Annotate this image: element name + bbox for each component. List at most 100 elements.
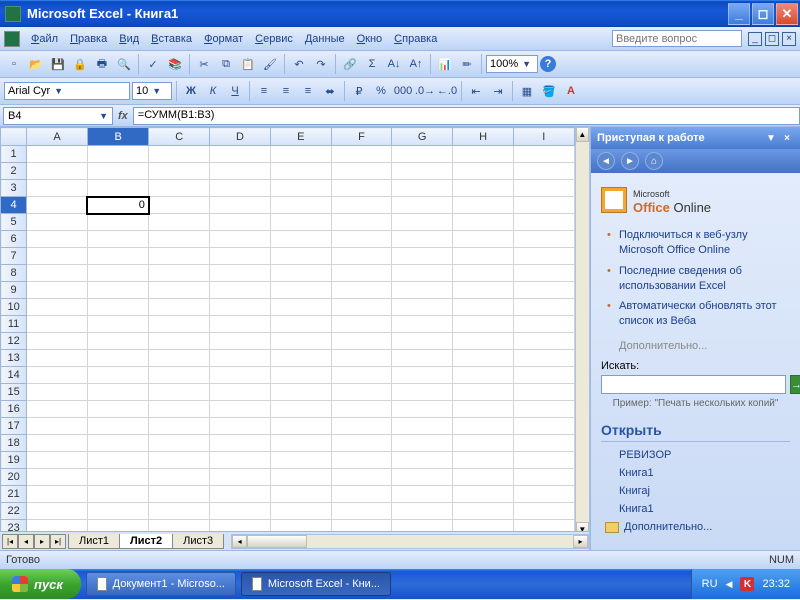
cell-F6[interactable] <box>331 231 392 248</box>
italic-button[interactable]: К <box>203 81 223 101</box>
bold-button[interactable]: Ж <box>181 81 201 101</box>
cell-G21[interactable] <box>392 486 453 503</box>
cell-E15[interactable] <box>270 384 331 401</box>
research-button[interactable]: 📚 <box>165 54 185 74</box>
cell-E6[interactable] <box>270 231 331 248</box>
recent-file-link[interactable]: РЕВИЗОР <box>601 446 790 464</box>
cell-B4[interactable]: 0 <box>87 197 148 214</box>
cell-B19[interactable] <box>87 452 148 469</box>
cell-A15[interactable] <box>27 384 88 401</box>
cell-H12[interactable] <box>453 333 514 350</box>
cell-D21[interactable] <box>210 486 271 503</box>
taskpane-home-button[interactable]: ⌂ <box>645 152 663 170</box>
redo-button[interactable]: ↷ <box>311 54 331 74</box>
cell-B10[interactable] <box>87 299 148 316</box>
cell-A3[interactable] <box>27 180 88 197</box>
cell-A6[interactable] <box>27 231 88 248</box>
cell-G15[interactable] <box>392 384 453 401</box>
cell-A12[interactable] <box>27 333 88 350</box>
row-header-7[interactable]: 7 <box>1 248 27 265</box>
row-header-2[interactable]: 2 <box>1 163 27 180</box>
cell-D19[interactable] <box>210 452 271 469</box>
comma-button[interactable]: 000 <box>393 81 413 101</box>
close-button[interactable]: ✕ <box>776 3 798 25</box>
start-button[interactable]: пуск <box>0 569 81 599</box>
cell-I7[interactable] <box>513 248 574 265</box>
taskpane-close-button[interactable]: × <box>780 131 794 145</box>
taskpane-dropdown-button[interactable]: ▼ <box>764 131 778 145</box>
cell-G19[interactable] <box>392 452 453 469</box>
col-header-B[interactable]: B <box>87 128 148 146</box>
cell-D7[interactable] <box>210 248 271 265</box>
cell-D16[interactable] <box>210 401 271 418</box>
align-right-button[interactable]: ≡ <box>298 81 318 101</box>
cell-A21[interactable] <box>27 486 88 503</box>
cell-G16[interactable] <box>392 401 453 418</box>
cell-H5[interactable] <box>453 214 514 231</box>
cell-C10[interactable] <box>149 299 210 316</box>
name-box[interactable]: B4▼ <box>3 107 113 125</box>
undo-button[interactable]: ↶ <box>289 54 309 74</box>
cell-G20[interactable] <box>392 469 453 486</box>
cell-I17[interactable] <box>513 418 574 435</box>
cell-A4[interactable] <box>27 197 88 214</box>
cell-C9[interactable] <box>149 282 210 299</box>
cell-D23[interactable] <box>210 520 271 532</box>
cell-A22[interactable] <box>27 503 88 520</box>
borders-button[interactable]: ▦ <box>517 81 537 101</box>
preview-button[interactable]: 🔍 <box>114 54 134 74</box>
maximize-button[interactable]: ◻ <box>752 3 774 25</box>
new-button[interactable]: ▫ <box>4 54 24 74</box>
cell-I18[interactable] <box>513 435 574 452</box>
sheet-tab-Лист3[interactable]: Лист3 <box>172 534 224 549</box>
cell-F19[interactable] <box>331 452 392 469</box>
row-header-12[interactable]: 12 <box>1 333 27 350</box>
cell-H9[interactable] <box>453 282 514 299</box>
cell-E17[interactable] <box>270 418 331 435</box>
cell-F14[interactable] <box>331 367 392 384</box>
cell-H19[interactable] <box>453 452 514 469</box>
mdi-close-button[interactable]: × <box>782 32 796 46</box>
help-button[interactable]: ? <box>540 56 556 72</box>
cell-G7[interactable] <box>392 248 453 265</box>
copy-button[interactable]: ⧉ <box>216 54 236 74</box>
cell-B8[interactable] <box>87 265 148 282</box>
decrease-indent-button[interactable]: ⇤ <box>466 81 486 101</box>
cell-G13[interactable] <box>392 350 453 367</box>
cell-I2[interactable] <box>513 163 574 180</box>
cell-E13[interactable] <box>270 350 331 367</box>
cell-F12[interactable] <box>331 333 392 350</box>
cell-H2[interactable] <box>453 163 514 180</box>
cell-B23[interactable] <box>87 520 148 532</box>
cell-H17[interactable] <box>453 418 514 435</box>
cell-F13[interactable] <box>331 350 392 367</box>
cell-F16[interactable] <box>331 401 392 418</box>
cell-A16[interactable] <box>27 401 88 418</box>
cell-A10[interactable] <box>27 299 88 316</box>
sort-desc-button[interactable]: A↑ <box>406 54 426 74</box>
cell-C12[interactable] <box>149 333 210 350</box>
drawing-button[interactable]: ✏ <box>457 54 477 74</box>
menu-Сервис[interactable]: Сервис <box>249 30 299 48</box>
increase-decimal-button[interactable]: .0→ <box>415 81 435 101</box>
cell-E4[interactable] <box>270 197 331 214</box>
cell-B5[interactable] <box>87 214 148 231</box>
cell-C11[interactable] <box>149 316 210 333</box>
cell-I11[interactable] <box>513 316 574 333</box>
menu-Справка[interactable]: Справка <box>388 30 443 48</box>
row-header-11[interactable]: 11 <box>1 316 27 333</box>
row-header-14[interactable]: 14 <box>1 367 27 384</box>
row-header-23[interactable]: 23 <box>1 520 27 532</box>
cell-H4[interactable] <box>453 197 514 214</box>
cell-E23[interactable] <box>270 520 331 532</box>
cell-B11[interactable] <box>87 316 148 333</box>
cell-F21[interactable] <box>331 486 392 503</box>
cell-H11[interactable] <box>453 316 514 333</box>
fill-color-button[interactable]: 🪣 <box>539 81 559 101</box>
menu-Вставка[interactable]: Вставка <box>145 30 198 48</box>
currency-button[interactable]: ₽ <box>349 81 369 101</box>
tab-prev-button[interactable]: ◂ <box>18 534 34 549</box>
cell-C19[interactable] <box>149 452 210 469</box>
col-header-I[interactable]: I <box>513 128 574 146</box>
select-all-corner[interactable] <box>1 128 27 146</box>
